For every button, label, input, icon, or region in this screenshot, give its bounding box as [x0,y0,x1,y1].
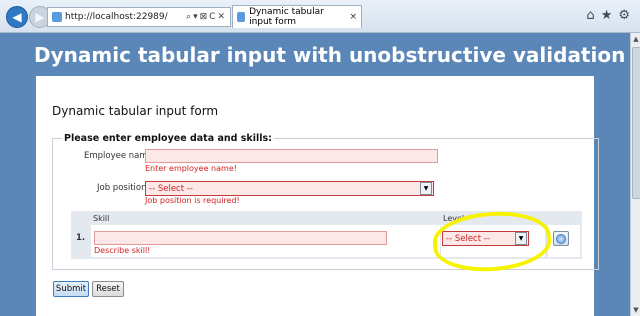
browser-toolbar: ◀ ▶ http://localhost:22989/ ⌕▾⊠C✕ Dynami… [0,0,640,33]
scroll-down-icon[interactable]: ▼ [632,306,640,314]
reset-button[interactable]: Reset [92,281,124,297]
address-bar[interactable]: http://localhost:22989/ ⌕▾⊠C✕ [47,7,231,27]
favorites-icon[interactable]: ★ [601,8,619,23]
back-icon[interactable]: ◀ [6,6,28,28]
vertical-scrollbar[interactable]: ▲ ▼ [630,33,640,316]
address-url[interactable]: http://localhost:22989/ [65,12,186,22]
page-title: Dynamic tabular input with unobstructive… [34,43,626,67]
browser-icons: ⌂★⚙ [586,8,636,23]
add-skill-button[interactable] [553,231,569,246]
row-number: 1. [76,233,86,243]
employee-name-label: Employee name [84,151,153,161]
job-position-select[interactable]: -- Select -- ▼ [145,181,434,196]
job-position-label: Job position [97,183,147,193]
job-position-error: Job position is required! [145,196,240,205]
form-title: Dynamic tabular input form [52,104,219,118]
tools-icon[interactable]: ⚙ [618,8,636,23]
scroll-thumb[interactable] [632,47,640,199]
submit-button[interactable]: Submit [53,281,89,297]
tab-title: Dynamic tabular input form [249,7,324,27]
tab-close-icon[interactable]: × [349,12,357,22]
fieldset-legend: Please enter employee data and skills: [62,133,274,144]
skill-input[interactable] [94,231,387,245]
employee-name-input[interactable] [145,149,438,163]
add-icon [556,233,566,244]
tab-favicon-icon [237,12,246,22]
job-position-selected: -- Select -- [149,183,193,194]
address-controls[interactable]: ⌕▾⊠C✕ [186,12,230,22]
skill-error: Describe skill! [94,246,151,255]
form-panel: Dynamic tabular input form Please enter … [36,76,599,316]
tab-dynamic-form[interactable]: Dynamic tabular input form × [232,5,362,28]
page-favicon-icon [52,12,62,22]
scroll-up-icon[interactable]: ▲ [632,35,640,43]
home-icon[interactable]: ⌂ [586,8,600,23]
skill-column-header: Skill [93,214,110,223]
employee-name-error: Enter employee name! [145,164,237,173]
chevron-down-icon[interactable]: ▼ [420,182,432,195]
